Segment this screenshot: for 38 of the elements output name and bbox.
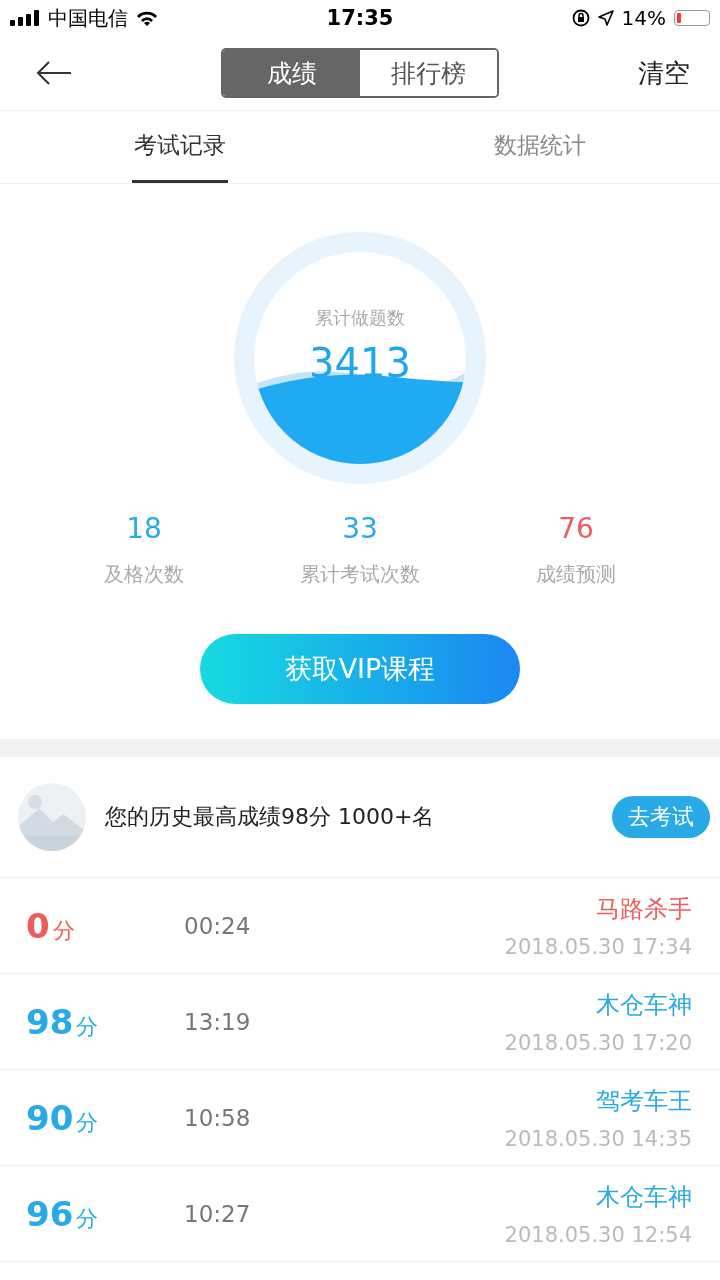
stat-label: 及格次数 [104, 561, 184, 588]
clock: 17:35 [326, 6, 394, 30]
battery-icon [674, 10, 710, 26]
stat-label: 成绩预测 [536, 561, 616, 588]
best-score-text: 您的历史最高成绩98分 1000+名 [105, 803, 436, 831]
stat-value: 18 [126, 512, 162, 545]
duration: 10:27 [184, 1200, 252, 1227]
record-date: 2018.05.30 12:54 [504, 1222, 692, 1247]
clear-button[interactable]: 清空 [634, 51, 694, 95]
score: 98分 [26, 1001, 100, 1042]
tab[interactable]: 数据统计 [492, 111, 588, 183]
record-date: 2018.05.30 17:34 [504, 934, 692, 959]
gauge-value: 3413 [309, 340, 411, 386]
location-arrow-icon [597, 10, 614, 26]
wifi-icon [136, 10, 158, 26]
duration: 13:19 [184, 1008, 252, 1035]
rank-title: 木仓车神 [596, 1181, 692, 1213]
back-arrow-icon[interactable] [36, 61, 72, 85]
rank-title: 马路杀手 [596, 893, 692, 925]
record-date: 2018.05.30 17:20 [504, 1030, 692, 1055]
gauge-label: 累计做题数 [315, 306, 405, 330]
signal-icon [10, 10, 40, 26]
tab[interactable]: 考试记录 [132, 111, 228, 183]
score: 90分 [26, 1097, 100, 1138]
duration: 00:24 [184, 912, 252, 939]
segment-tab[interactable]: 成绩 [223, 50, 360, 96]
battery-percent: 14% [621, 6, 666, 30]
carrier-name: 中国电信 [48, 4, 128, 32]
rank-title: 木仓车神 [596, 989, 692, 1021]
stat-label: 累计考试次数 [300, 561, 420, 588]
score: 96分 [26, 1193, 100, 1234]
rank-title: 驾考车王 [596, 1085, 692, 1117]
stat-value: 76 [558, 512, 594, 545]
rotation-lock-icon [571, 9, 590, 27]
record-date: 2018.05.30 14:35 [504, 1126, 692, 1151]
duration: 10:58 [184, 1104, 252, 1131]
score: 0 分 [26, 905, 76, 946]
stat-value: 33 [342, 512, 378, 545]
